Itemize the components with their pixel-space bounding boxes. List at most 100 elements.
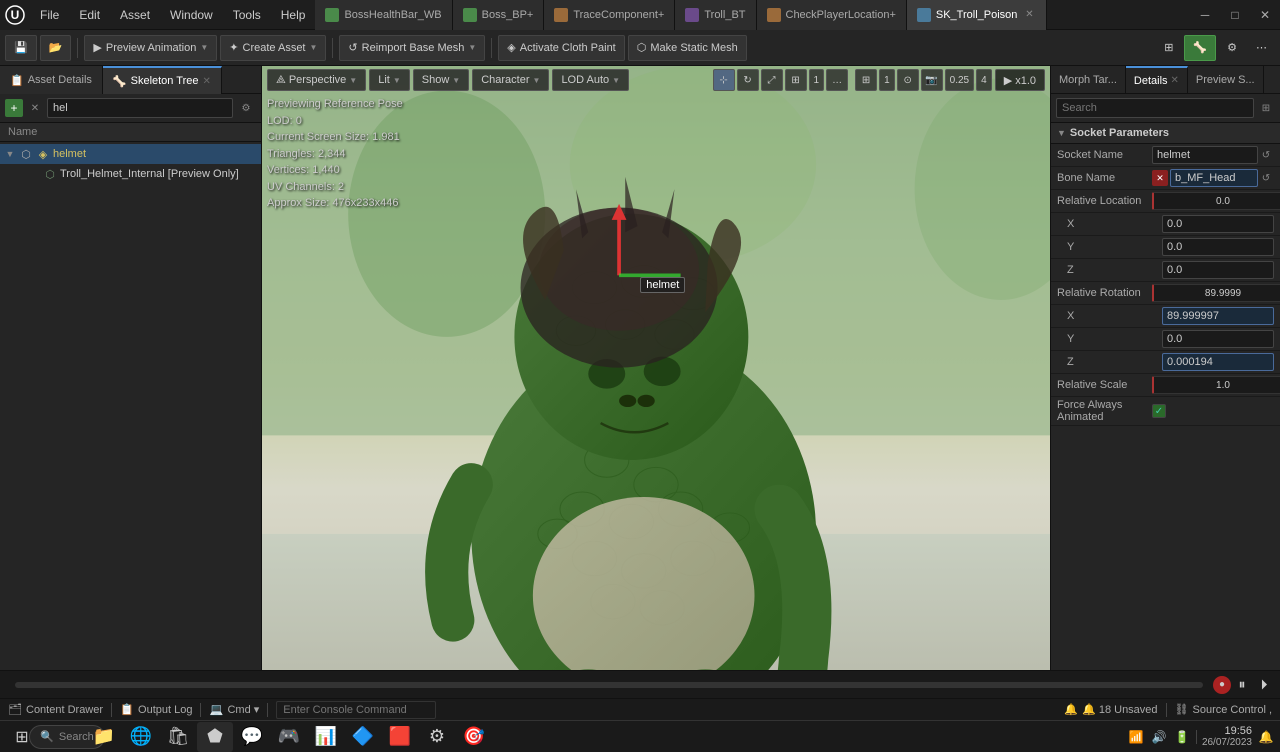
record-button[interactable]: ●	[1213, 676, 1231, 694]
location-x-detail[interactable]	[1162, 215, 1274, 233]
menu-window[interactable]: Window	[160, 0, 223, 29]
minimize-button[interactable]: ─	[1190, 0, 1220, 30]
menu-help[interactable]: Help	[271, 0, 316, 29]
perspective-button[interactable]: ⟁ Perspective ▼	[267, 69, 366, 91]
rotation-x-detail[interactable]	[1162, 307, 1274, 325]
translate-button[interactable]: ⊹	[713, 69, 735, 91]
menu-edit[interactable]: Edit	[69, 0, 110, 29]
tab-checkplayer[interactable]: CheckPlayerLocation+	[757, 0, 907, 30]
maximize-button[interactable]: □	[1220, 0, 1250, 30]
lit-button[interactable]: Lit ▼	[369, 69, 410, 91]
tab-sktroll[interactable]: SK_Troll_Poison ✕	[907, 0, 1048, 30]
taskbar-app-5[interactable]: ⚙	[419, 722, 455, 752]
tab-skeleton-tree[interactable]: 🦴 Skeleton Tree ✕	[103, 66, 222, 94]
scale-button[interactable]: ⤢	[761, 69, 783, 91]
panel-grid-button[interactable]: ⊞	[1257, 99, 1275, 117]
tab-asset-details[interactable]: 📋 Asset Details	[0, 66, 103, 94]
toolbar-extra-3[interactable]: ⚙	[1219, 35, 1245, 61]
taskbar-app-2[interactable]: 📊	[308, 722, 344, 752]
force-animated-checkbox[interactable]: ✓	[1152, 404, 1166, 418]
notification-icon[interactable]: 🔔	[1257, 728, 1275, 746]
location-z-detail[interactable]	[1162, 261, 1274, 279]
menu-asset[interactable]: Asset	[110, 0, 160, 29]
fov-button[interactable]: 4	[976, 69, 992, 91]
rotation-y-detail[interactable]	[1162, 330, 1274, 348]
toolbar-extra-4[interactable]: ⋯	[1248, 35, 1275, 61]
lod-button[interactable]: LOD Auto ▼	[552, 69, 629, 91]
bone-name-reset[interactable]: ↺	[1258, 170, 1274, 186]
details-search-input[interactable]	[1056, 98, 1254, 118]
add-button[interactable]: +	[5, 99, 23, 117]
close-button[interactable]: ✕	[1250, 0, 1280, 30]
tab-bossbp[interactable]: Boss_BP+	[453, 0, 545, 30]
socket-params-header[interactable]: ▼ Socket Parameters	[1051, 123, 1280, 144]
location-x-input[interactable]	[1152, 192, 1280, 210]
save-button[interactable]: 💾	[5, 35, 37, 61]
taskbar-app-4[interactable]: 🟥	[382, 722, 418, 752]
location-y-detail[interactable]	[1162, 238, 1274, 256]
taskbar-search[interactable]: 🔍 Search	[49, 722, 85, 752]
play-anim-button[interactable]: ▶ x1.0	[995, 69, 1045, 91]
tree-item-troll-helmet[interactable]: ⬡ Troll_Helmet_Internal [Preview Only]	[20, 164, 261, 184]
grid-num[interactable]: 1	[879, 69, 895, 91]
socket-name-reset[interactable]: ↺	[1258, 147, 1274, 163]
speed-setting[interactable]: 0.25	[945, 69, 974, 91]
bone-name-input[interactable]	[1170, 169, 1258, 187]
snap-button[interactable]: ⊙	[897, 69, 919, 91]
tab-details[interactable]: Details ✕	[1126, 66, 1188, 94]
scale-x-input[interactable]	[1152, 376, 1280, 394]
search-options-button[interactable]: ⚙	[236, 99, 256, 117]
taskbar-app-1[interactable]: 🎮	[271, 722, 307, 752]
toolbar-extra-2[interactable]: 🦴	[1184, 35, 1216, 61]
play-button[interactable]: ⏵	[1253, 674, 1275, 696]
viewport[interactable]: helmet ⟁ Perspective ▼ Lit ▼ Show ▼ Char…	[262, 66, 1050, 670]
tab-trollbt[interactable]: Troll_BT	[675, 0, 756, 30]
make-static-mesh-button[interactable]: ⬡ Make Static Mesh	[628, 35, 747, 61]
source-control-button[interactable]: ⛓ Source Control ,	[1175, 703, 1272, 716]
console-input[interactable]	[276, 701, 436, 719]
network-icon[interactable]: 📶	[1127, 728, 1145, 746]
pause-button[interactable]: ⏸	[1231, 674, 1253, 696]
toolbar-extra-1[interactable]: ⊞	[1156, 35, 1181, 61]
tree-item-helmet[interactable]: ▼ ⬡ ◈ helmet	[0, 144, 261, 164]
socket-name-input[interactable]	[1152, 146, 1258, 164]
taskbar-store[interactable]: 🛍	[160, 722, 196, 752]
camera-speed[interactable]: 1	[809, 69, 825, 91]
bone-clear-button[interactable]: ✕	[1152, 170, 1168, 186]
content-drawer-button[interactable]: 🗂 Content Drawer	[8, 703, 103, 717]
close-details-tab[interactable]: ✕	[1171, 75, 1179, 86]
viewport-options[interactable]: …	[826, 69, 848, 91]
timeline-scrubber[interactable]	[15, 682, 1203, 688]
browse-button[interactable]: 📂	[40, 35, 72, 61]
tab-bosshealthbar[interactable]: BossHealthBar_WB	[315, 0, 452, 30]
volume-icon[interactable]: 🔊	[1150, 728, 1168, 746]
tab-morph-targets[interactable]: Morph Tar...	[1051, 66, 1126, 94]
clock-widget[interactable]: 19:56 26/07/2023	[1202, 725, 1252, 748]
output-log-button[interactable]: 📋 Output Log	[120, 703, 192, 717]
taskbar-file-explorer[interactable]: 📁	[86, 722, 122, 752]
camera-icon[interactable]: 📷	[921, 69, 943, 91]
unsaved-indicator[interactable]: 🔔 🔔 18 Unsaved	[1064, 703, 1157, 716]
clear-search-button[interactable]: ✕	[26, 99, 44, 117]
tab-preview-scene[interactable]: Preview S...	[1188, 66, 1264, 94]
cmd-button[interactable]: 💻 Cmd ▾	[209, 703, 259, 717]
tab-tracecomponent[interactable]: TraceComponent+	[544, 0, 675, 30]
menu-tools[interactable]: Tools	[223, 0, 271, 29]
close-skeleton-tab[interactable]: ✕	[202, 76, 210, 87]
rotation-z-detail[interactable]	[1162, 353, 1274, 371]
activate-cloth-button[interactable]: ◈ Activate Cloth Paint	[498, 35, 624, 61]
taskbar-edge[interactable]: 🌐	[123, 722, 159, 752]
surface-button[interactable]: ⊞	[785, 69, 807, 91]
show-button[interactable]: Show ▼	[413, 69, 469, 91]
rotation-x-input[interactable]	[1152, 284, 1280, 302]
create-asset-button[interactable]: ✦ Create Asset ▼	[220, 35, 326, 61]
taskbar-app-3[interactable]: 🔷	[345, 722, 381, 752]
grid-view[interactable]: ⊞	[855, 69, 877, 91]
reimport-button[interactable]: ↺ Reimport Base Mesh ▼	[339, 35, 485, 61]
taskbar-app-6[interactable]: 🎯	[456, 722, 492, 752]
rotate-button[interactable]: ↻	[737, 69, 759, 91]
character-button[interactable]: Character ▼	[472, 69, 549, 91]
taskbar-discord[interactable]: 💬	[234, 722, 270, 752]
preview-animation-button[interactable]: ▶ Preview Animation ▼	[84, 35, 217, 61]
search-input[interactable]	[47, 98, 233, 118]
